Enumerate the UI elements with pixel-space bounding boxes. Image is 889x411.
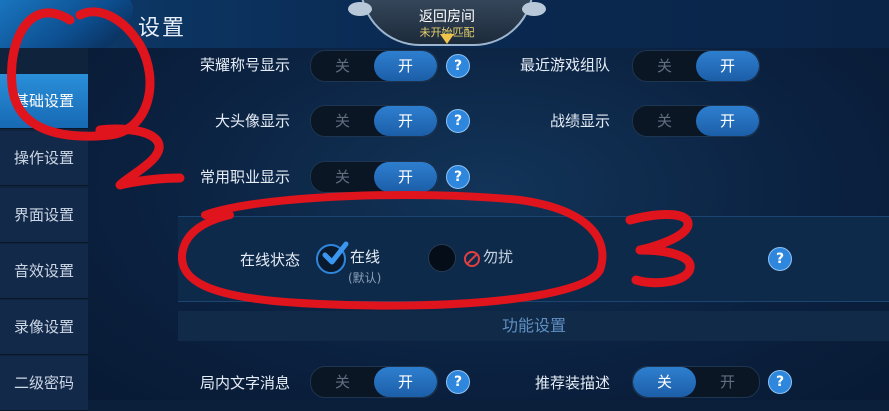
sidebar-item-replay[interactable]: 录像设置 (0, 300, 88, 355)
chevron-down-icon (440, 34, 454, 44)
record-display-toggle[interactable]: 关 开 (632, 105, 760, 137)
function-settings-header: 功能设置 (178, 311, 889, 341)
settings-panel: 荣耀称号显示 关 开 ? 最近游戏组队 关 开 大头像显示 关 开 ? 战绩显示… (88, 48, 889, 400)
default-note: (默认) (348, 271, 382, 285)
recent-team-label: 最近游戏组队 (519, 56, 610, 74)
toggle-on: 开 (374, 162, 437, 192)
dnd-radio[interactable] (428, 244, 456, 272)
common-job-toggle[interactable]: 关 开 (310, 161, 438, 193)
help-icon[interactable]: ? (446, 54, 470, 78)
top-bar: 设置 返回房间 未开始匹配 (0, 0, 889, 52)
avatar-display-toggle[interactable]: 关 开 (310, 105, 438, 137)
online-status-label: 在线状态 (239, 251, 300, 269)
online-radio[interactable] (316, 241, 349, 274)
toggle-off: 关 (334, 168, 350, 186)
help-icon[interactable]: ? (768, 370, 792, 394)
help-icon[interactable]: ? (446, 165, 470, 189)
in-game-text-toggle[interactable]: 关 开 (310, 366, 438, 398)
in-game-text-label: 局内文字消息 (199, 374, 290, 392)
toggle-on: 开 (696, 51, 759, 81)
back-button[interactable] (0, 0, 140, 52)
page-title: 设置 (138, 16, 187, 41)
toggle-off: 关 (334, 112, 350, 130)
help-icon[interactable]: ? (446, 109, 470, 133)
toggle-on: 开 (374, 367, 437, 397)
common-job-label: 常用职业显示 (199, 168, 290, 186)
recommend-equip-toggle[interactable]: 关 开 (632, 366, 760, 398)
toggle-on: 开 (374, 106, 437, 136)
toggle-off: 关 (656, 57, 672, 75)
toggle-off: 关 (334, 373, 350, 391)
avatar-display-label: 大头像显示 (214, 112, 290, 130)
toggle-off: 关 (334, 57, 350, 75)
record-display-label: 战绩显示 (549, 112, 610, 130)
return-room-button[interactable]: 返回房间 未开始匹配 (348, 0, 546, 46)
honor-title-label: 荣耀称号显示 (199, 56, 290, 74)
return-room-label: 返回房间 (419, 9, 475, 25)
help-icon[interactable]: ? (768, 247, 792, 271)
honor-title-toggle[interactable]: 关 开 (310, 50, 438, 82)
recommend-equip-label: 推荐装描述 (534, 374, 610, 392)
toggle-on: 开 (374, 51, 437, 81)
help-icon[interactable]: ? (446, 370, 470, 394)
recent-team-toggle[interactable]: 关 开 (632, 50, 760, 82)
toggle-alt: 开 (719, 373, 735, 391)
do-not-disturb-icon (464, 251, 480, 267)
sidebar-item-basic[interactable]: 基础设置 (0, 74, 88, 129)
sidebar-item-operation[interactable]: 操作设置 (0, 131, 88, 186)
online-option-label[interactable]: 在线 (350, 246, 380, 267)
sidebar: 基础设置 操作设置 界面设置 音效设置 录像设置 二级密码 (0, 48, 88, 411)
toggle-on-state: 关 (633, 367, 696, 397)
sidebar-item-password[interactable]: 二级密码 (0, 356, 88, 411)
check-icon (322, 241, 349, 265)
dnd-option-label[interactable]: 勿扰 (483, 246, 513, 267)
toggle-off: 关 (656, 112, 672, 130)
toggle-on: 开 (696, 106, 759, 136)
online-status-row: 在线状态 在线 (默认) 勿扰 ? (178, 216, 889, 302)
sidebar-item-sound[interactable]: 音效设置 (0, 244, 88, 299)
sidebar-item-interface[interactable]: 界面设置 (0, 188, 88, 243)
